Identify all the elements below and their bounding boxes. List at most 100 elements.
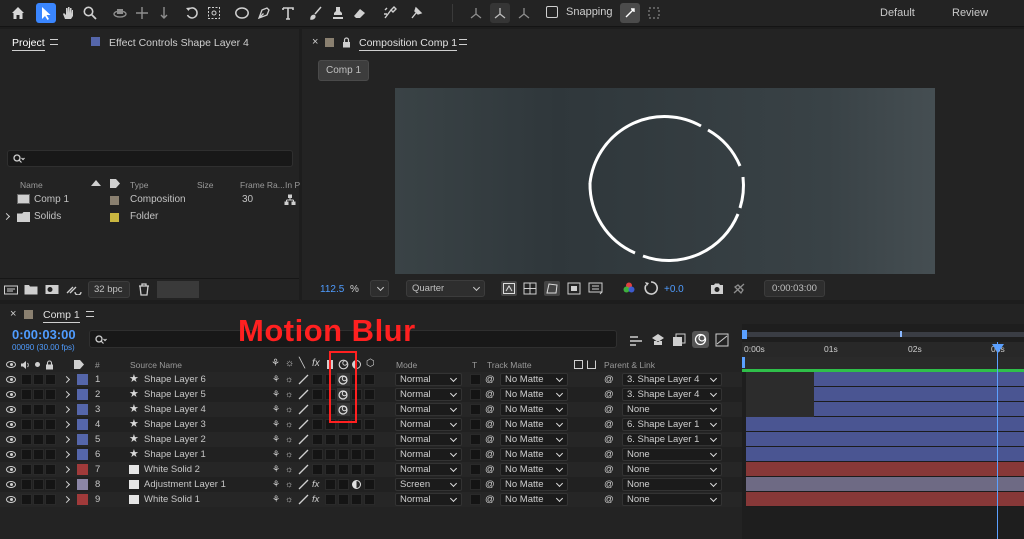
panel-menu-icon[interactable] <box>86 311 94 317</box>
effects-switch-icon[interactable]: fx <box>312 477 319 492</box>
matte-pickwhip-icon[interactable]: @ <box>485 477 495 492</box>
new-composition-icon[interactable] <box>45 284 59 295</box>
layer-duration-bar[interactable] <box>814 372 1024 387</box>
shy-switch-icon[interactable]: ⚘ <box>272 447 280 462</box>
layer-name[interactable]: Adjustment Layer 1 <box>144 477 226 492</box>
audio-toggle[interactable] <box>21 494 32 505</box>
layer-name[interactable]: Shape Layer 6 <box>144 372 206 387</box>
tab-project[interactable]: Project <box>12 37 45 51</box>
close-tab-icon[interactable]: × <box>312 36 318 48</box>
preserve-transparency-toggle[interactable] <box>470 419 481 430</box>
frame-blend-switch[interactable] <box>325 434 336 445</box>
column-header-parent-link[interactable]: Parent & Link <box>604 360 655 370</box>
effects-switch[interactable] <box>312 404 323 415</box>
close-tab-icon[interactable]: × <box>10 308 16 320</box>
layer-row[interactable]: 5 ★ Shape Layer 2 ⚘ ☼ Normal @ No Matte @6. Shap… <box>0 432 742 447</box>
thumbnail-transparency-swatch[interactable] <box>157 281 199 298</box>
eraser-tool-icon[interactable] <box>350 3 370 23</box>
selection-tool-icon[interactable] <box>36 3 56 23</box>
layer-duration-bar[interactable] <box>746 417 1024 432</box>
layer-row[interactable]: 8 Adjustment Layer 1 ⚘ ☼ fx Screen @ No Matte @ N… <box>0 477 742 492</box>
video-visibility-icon[interactable] <box>6 481 16 488</box>
ellipse-tool-icon[interactable] <box>232 3 252 23</box>
matte-pickwhip-icon[interactable]: @ <box>485 372 495 387</box>
anchor-point-tool-icon[interactable] <box>204 3 224 23</box>
track-matte-dropdown[interactable]: No Matte <box>500 388 568 401</box>
matte-invert-header-icon[interactable] <box>587 360 596 369</box>
preserve-transparency-toggle[interactable] <box>470 389 481 400</box>
shy-switch-icon[interactable]: ⚘ <box>272 492 280 507</box>
playhead-handle[interactable] <box>992 344 1004 353</box>
snap-edges-icon[interactable] <box>620 3 640 23</box>
audio-toggle[interactable] <box>21 389 32 400</box>
expand-chevron-icon[interactable] <box>2 212 11 221</box>
layer-name[interactable]: Shape Layer 4 <box>144 402 206 417</box>
adjustment-switch[interactable] <box>351 464 362 475</box>
project-search-input[interactable] <box>7 150 293 167</box>
audio-toggle[interactable] <box>21 464 32 475</box>
zoom-dropdown[interactable] <box>370 280 389 297</box>
track-matte-dropdown[interactable]: No Matte <box>500 448 568 461</box>
track-matte-dropdown[interactable]: No Matte <box>500 403 568 416</box>
parent-pickwhip-icon[interactable]: @ <box>604 417 614 432</box>
layer-duration-bar[interactable] <box>746 477 1024 492</box>
workspace-review[interactable]: Review <box>952 7 988 19</box>
expand-layer-chevron-icon[interactable] <box>62 390 71 399</box>
video-visibility-icon[interactable] <box>6 436 16 443</box>
layer-name[interactable]: Shape Layer 5 <box>144 387 206 402</box>
clone-stamp-tool-icon[interactable] <box>328 3 348 23</box>
trash-icon[interactable] <box>138 283 150 296</box>
parent-link-dropdown[interactable]: 3. Shape Layer 4 <box>622 388 722 401</box>
resolution-dropdown[interactable]: Quarter <box>406 280 485 297</box>
layer-label-color[interactable] <box>77 449 88 460</box>
solo-toggle[interactable] <box>33 374 44 385</box>
preserve-transparency-toggle[interactable] <box>470 449 481 460</box>
effects-switch[interactable] <box>312 389 323 400</box>
quality-switch-icon[interactable] <box>298 479 309 490</box>
layer-name[interactable]: White Solid 1 <box>144 492 200 507</box>
flowchart-icon[interactable] <box>284 194 296 206</box>
motion-blur-switch[interactable] <box>338 479 349 490</box>
color-management-icon[interactable] <box>644 281 658 295</box>
playhead-line[interactable] <box>997 342 998 539</box>
home-icon[interactable] <box>8 3 28 23</box>
new-folder-icon[interactable] <box>24 284 38 295</box>
solo-toggle[interactable] <box>33 419 44 430</box>
mask-visibility-icon[interactable] <box>544 281 560 296</box>
effects-header-icon[interactable]: fx <box>312 358 320 369</box>
column-header-size[interactable]: Size <box>197 180 214 190</box>
layer-label-color[interactable] <box>77 494 88 505</box>
frame-blending-icon[interactable] <box>672 333 686 347</box>
audio-header-icon[interactable] <box>20 360 30 370</box>
audio-toggle[interactable] <box>21 434 32 445</box>
workspace-default[interactable]: Default <box>880 7 915 19</box>
viewer-timecode[interactable]: 0:00:03:00 <box>764 280 825 297</box>
parent-link-dropdown[interactable]: 6. Shape Layer 1 <box>622 418 722 431</box>
time-ruler[interactable]: 0:00s 01s 02s 03s <box>742 342 1024 357</box>
preserve-transparency-toggle[interactable] <box>470 494 481 505</box>
frame-blend-switch[interactable] <box>325 464 336 475</box>
zoom-value[interactable]: 112.5 <box>320 284 344 295</box>
matte-pickwhip-icon[interactable]: @ <box>485 492 495 507</box>
draft-3d-icon[interactable] <box>651 333 665 347</box>
project-item-row[interactable]: Comp 1 Composition 30 <box>0 192 299 208</box>
blend-mode-dropdown[interactable]: Normal <box>395 403 462 416</box>
3d-layer-header-icon[interactable]: ⬡ <box>366 358 375 369</box>
column-header-t[interactable]: T <box>472 360 477 370</box>
shy-switch-icon[interactable]: ⚘ <box>272 372 280 387</box>
pan-camera-icon[interactable] <box>132 3 152 23</box>
current-time[interactable]: 0:00:03:00 <box>12 327 76 342</box>
shy-switch-icon[interactable]: ⚘ <box>272 387 280 402</box>
adjustment-switch[interactable] <box>351 434 362 445</box>
solo-toggle[interactable] <box>33 389 44 400</box>
hand-tool-icon[interactable] <box>58 3 78 23</box>
adjustment-switch[interactable] <box>351 494 362 505</box>
parent-link-dropdown[interactable]: 3. Shape Layer 4 <box>622 373 722 386</box>
enable-motion-blur-toggle[interactable] <box>692 331 709 348</box>
expand-layer-chevron-icon[interactable] <box>62 495 71 504</box>
3d-layer-switch[interactable] <box>364 449 375 460</box>
frame-blend-switch[interactable] <box>325 479 336 490</box>
quality-switch-icon[interactable] <box>298 464 309 475</box>
layer-duration-bar[interactable] <box>746 432 1024 447</box>
collapse-switch-icon[interactable]: ☼ <box>285 432 293 447</box>
